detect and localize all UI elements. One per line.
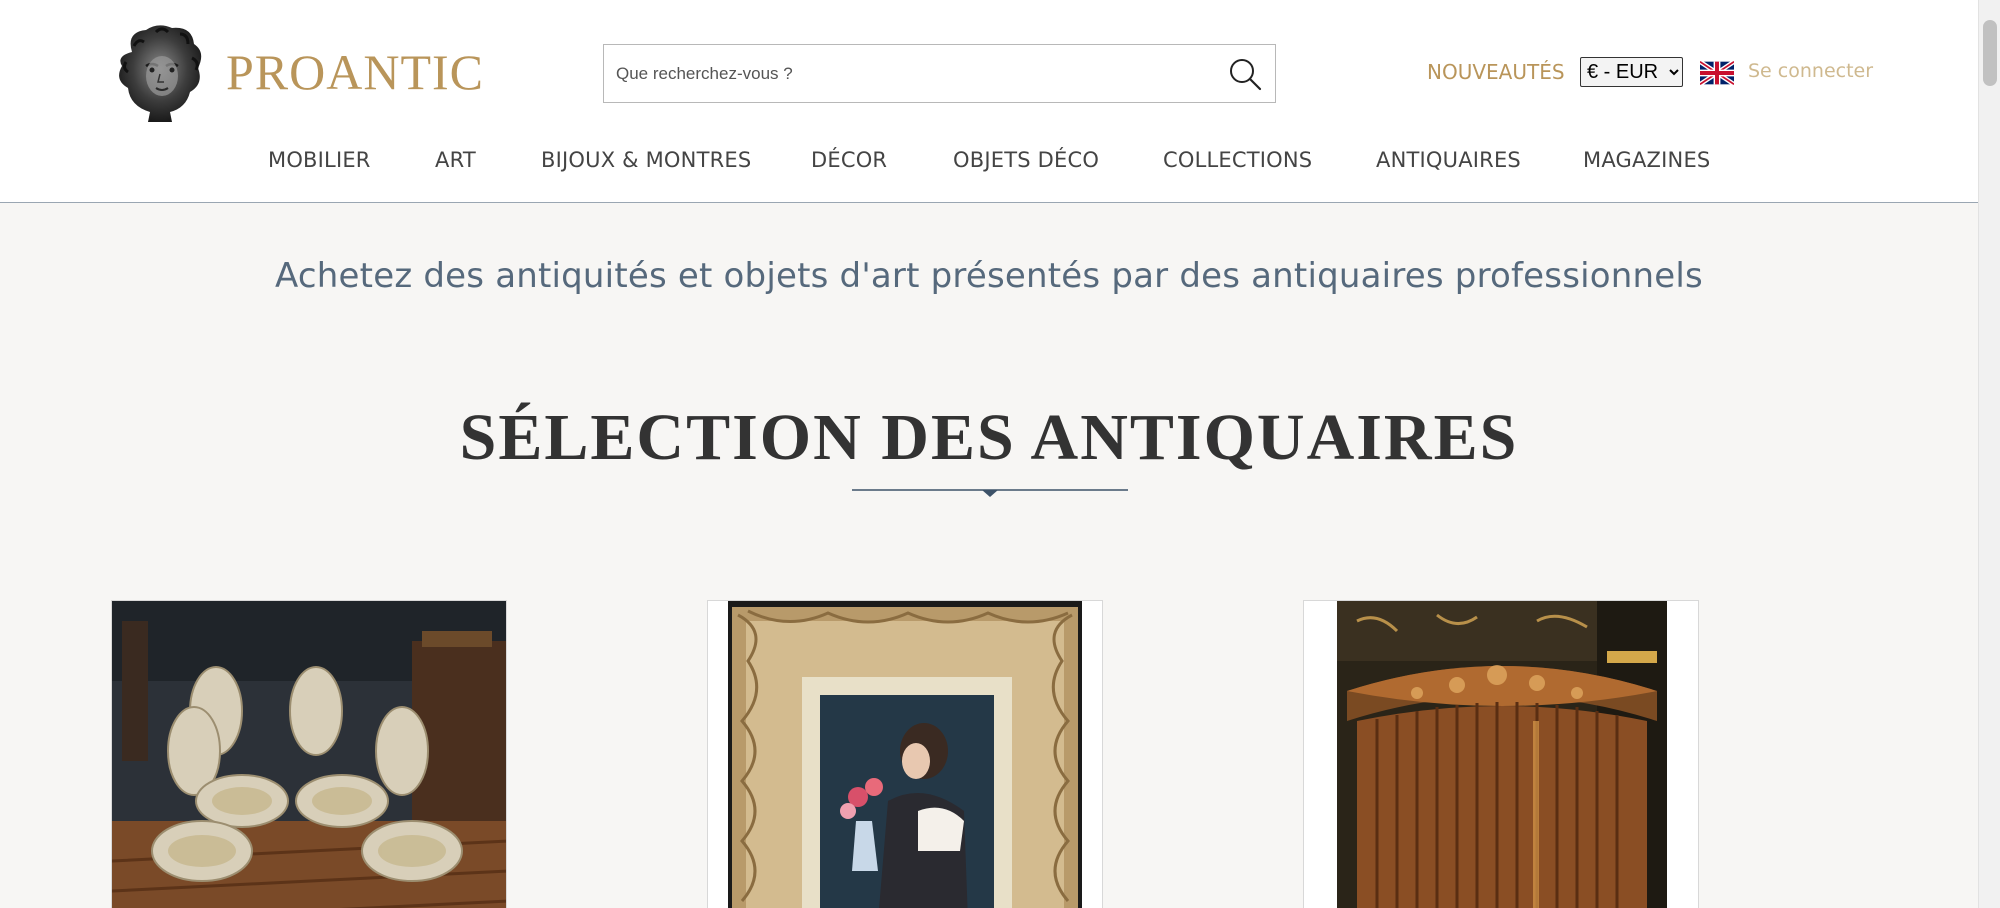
nav-item-antiquaires[interactable]: ANTIQUAIRES xyxy=(1376,148,1521,172)
nav-item-mobilier[interactable]: MOBILIER xyxy=(268,148,371,172)
nouveautes-link[interactable]: NOUVEAUTÉS xyxy=(1427,60,1565,84)
page: PROANTIC NOUVEAUTÉS € - EUR Se connecter xyxy=(0,0,2000,908)
product-card[interactable] xyxy=(707,600,1103,908)
framed-painting-photo xyxy=(728,601,1082,908)
demilune-cabinet-photo xyxy=(1337,601,1667,908)
search-button[interactable] xyxy=(1215,45,1275,102)
page-tagline: Achetez des antiquités et objets d'art p… xyxy=(275,256,1703,296)
nav-item-objets-deco[interactable]: OBJETS DÉCO xyxy=(953,148,1099,172)
search-input[interactable] xyxy=(604,45,1215,102)
search-icon xyxy=(1230,58,1262,90)
page-scrollbar[interactable] xyxy=(1978,0,2000,908)
search-bar xyxy=(603,44,1276,103)
section-title: SÉLECTION DES ANTIQUAIRES xyxy=(459,401,1519,474)
currency-select[interactable]: € - EUR xyxy=(1580,57,1683,87)
main-nav: MOBILIER ART BIJOUX & MONTRES DÉCOR OBJE… xyxy=(0,148,1978,180)
site-header: PROANTIC NOUVEAUTÉS € - EUR Se connecter xyxy=(0,0,1978,203)
product-card[interactable] xyxy=(111,600,507,908)
uk-flag-icon[interactable] xyxy=(1700,60,1734,86)
login-link[interactable]: Se connecter xyxy=(1748,60,1873,82)
scrollbar-thumb[interactable] xyxy=(1983,20,1997,86)
salon-chairs-photo xyxy=(112,601,506,908)
logo-text: PROANTIC xyxy=(226,44,485,100)
nav-item-art[interactable]: ART xyxy=(435,148,476,172)
title-divider-icon xyxy=(852,489,1128,497)
nav-item-bijoux-montres[interactable]: BIJOUX & MONTRES xyxy=(541,148,751,172)
nav-item-decor[interactable]: DÉCOR xyxy=(811,148,887,172)
nav-item-magazines[interactable]: MAGAZINES xyxy=(1583,148,1710,172)
bust-logo-icon xyxy=(119,25,202,122)
product-card[interactable] xyxy=(1303,600,1699,908)
logo-link[interactable]: PROANTIC xyxy=(112,22,484,122)
nav-item-collections[interactable]: COLLECTIONS xyxy=(1163,148,1312,172)
